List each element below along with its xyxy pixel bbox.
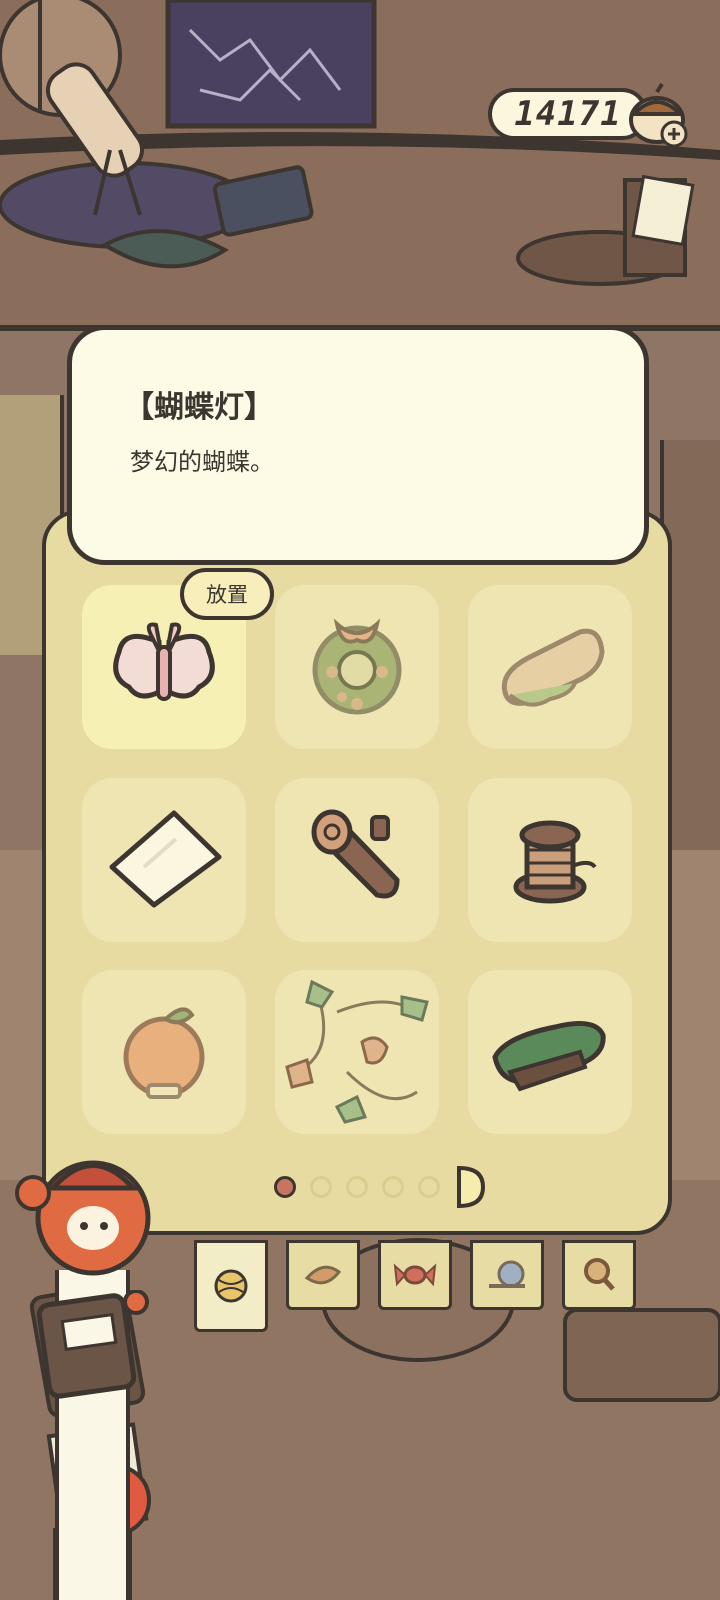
tab-snail[interactable] [470, 1240, 544, 1310]
coin-count: 14171 [514, 94, 622, 134]
candy-icon [393, 1263, 437, 1287]
snail-icon [489, 1260, 525, 1288]
thread-spool-icon [513, 820, 597, 904]
tab-candy[interactable] [378, 1240, 452, 1310]
item-description-card: 【蝴蝶灯】 梦幻的蝴蝶。 [67, 325, 649, 565]
item-title: 【蝴蝶灯】 [124, 390, 274, 425]
next-page-icon[interactable] [455, 1164, 485, 1210]
acorn-coin-icon[interactable] [624, 82, 690, 148]
inventory-slot-glass-tile[interactable] [82, 778, 246, 942]
leaf-garland-icon [285, 979, 429, 1124]
page-indicator [274, 1176, 440, 1198]
character-avatar[interactable] [8, 1148, 153, 1278]
inventory-slot-thread-spool[interactable] [468, 778, 632, 942]
bread-cushion-icon [501, 628, 605, 707]
orange-fruit-icon [123, 1007, 205, 1099]
leaf-icon [304, 1265, 342, 1285]
inventory-slot-bread-cushion[interactable] [468, 585, 632, 749]
page-dot-3[interactable] [346, 1176, 368, 1198]
inventory-slot-green-hat[interactable] [468, 970, 632, 1134]
tab-search[interactable] [562, 1240, 636, 1310]
place-label: 放置 [206, 583, 248, 607]
page-dot-2[interactable] [310, 1176, 332, 1198]
place-button[interactable]: 放置 [180, 568, 274, 620]
inventory-slot-wreath[interactable] [275, 585, 439, 749]
page-dot-5[interactable] [418, 1176, 440, 1198]
inventory-slot-log[interactable] [275, 778, 439, 942]
page-dot-4[interactable] [382, 1176, 404, 1198]
tab-yarn[interactable] [194, 1240, 268, 1332]
page-dot-1[interactable] [274, 1176, 296, 1198]
log-icon [311, 809, 400, 899]
inventory-slot-orange-fruit[interactable] [82, 970, 246, 1134]
glass-tile-icon [109, 810, 222, 908]
plus-icon[interactable] [660, 120, 688, 148]
butterfly-lamp-icon [113, 622, 215, 701]
yarn-ball-icon [214, 1269, 248, 1303]
notebook-icon[interactable] [36, 1290, 151, 1400]
room-upper-scene [0, 0, 720, 286]
item-description: 梦幻的蝴蝶。 [130, 448, 274, 476]
tab-leaf[interactable] [286, 1240, 360, 1310]
magnifier-icon [584, 1258, 615, 1291]
green-hat-icon [492, 1020, 606, 1092]
wreath-icon [312, 618, 402, 715]
inventory-slot-leaf-garland[interactable] [275, 970, 439, 1134]
